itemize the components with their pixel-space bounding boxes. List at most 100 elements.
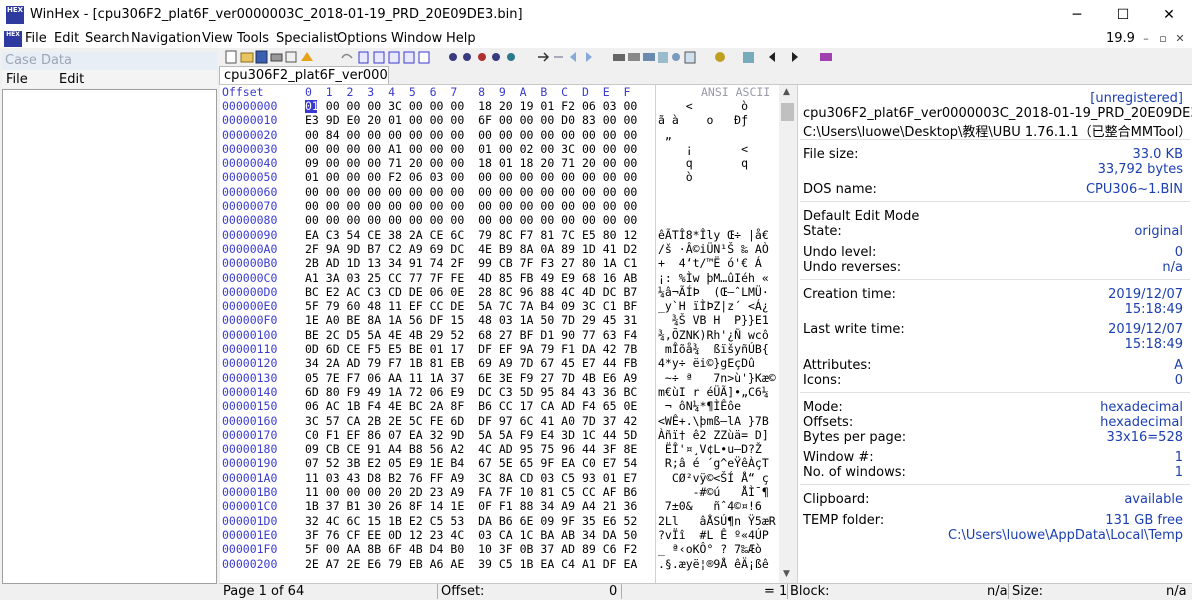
hex-row[interactable]: 5F 00 AA 8B 6F 4B D4 B0 10 3F 0B 37 AD 8… xyxy=(305,542,637,556)
menu-navigation[interactable]: Navigation xyxy=(131,31,201,46)
mdi-close-button[interactable]: ✕ xyxy=(1170,31,1190,47)
hex-row[interactable]: 11 00 00 00 20 2D 23 A9 FA 7F 10 81 C5 C… xyxy=(305,485,637,499)
document-icon[interactable]: HEX xyxy=(4,31,22,47)
ascii-row[interactable]: 2Ll âÅSÚ¶n Ÿ5æR xyxy=(658,514,776,528)
ascii-row[interactable] xyxy=(658,213,776,227)
hex-row[interactable]: 01 00 00 00 3C 00 00 00 18 20 19 01 F2 0… xyxy=(305,99,637,113)
case-tree[interactable] xyxy=(2,89,217,584)
hex-row[interactable]: 09 CB CE 91 A4 B8 56 A2 4C AD 95 75 96 4… xyxy=(305,442,637,456)
hex-row[interactable]: 11 03 43 D8 B2 76 FF A9 3C 8A CD 03 C5 9… xyxy=(305,471,637,485)
hex-row[interactable]: 07 52 3B E2 05 E9 1E B4 67 5E 65 9F EA C… xyxy=(305,456,637,470)
ascii-row[interactable]: ?vÏî #L Ê º«4ÚP xyxy=(658,528,776,542)
ascii-row[interactable]: -#©ú ÅÌ¯¶ xyxy=(658,485,776,499)
ascii-row[interactable]: R;â é ´g^eŸêÀçT xyxy=(658,456,776,470)
ascii-row[interactable]: ¾,ÕZNK)Rh'¿Ñ wcô xyxy=(658,328,776,342)
hex-row[interactable]: 6D 80 F9 49 1A 72 06 E9 DC C3 5D 95 84 4… xyxy=(305,385,637,399)
menu-search[interactable]: Search xyxy=(85,31,130,46)
menu-specialist[interactable]: Specialist xyxy=(276,31,338,46)
scroll-up-icon[interactable]: ▲ xyxy=(783,87,790,97)
calculator-icon xyxy=(658,52,668,63)
ascii-row[interactable]: mÎõå¾ ßïšyñÚB{ xyxy=(658,342,776,356)
hex-row[interactable]: 06 AC 1B F4 4E BC 2A 8F B6 CC 17 CA AD F… xyxy=(305,399,637,413)
hex-row[interactable]: A1 3A 03 25 CC 77 7F FE 4D 85 FB 49 E9 6… xyxy=(305,271,637,285)
menu-view[interactable]: View xyxy=(202,31,233,46)
ascii-row[interactable]: m€ùI r éÜÃ]•„C6¼ xyxy=(658,385,776,399)
ascii-row[interactable]: ¾Š VB H P}}E1 xyxy=(658,313,776,327)
menu-tools[interactable]: Tools xyxy=(237,31,269,46)
hex-row[interactable]: 00 00 00 00 00 00 00 00 00 00 00 00 00 0… xyxy=(305,185,637,199)
ascii-row[interactable]: _ ª‹oKÔ° ? 7­‰Æò xyxy=(658,542,776,556)
ascii-row[interactable]: Àñï† ê2 ZZùä= D] xyxy=(658,428,776,442)
hex-row[interactable]: 32 4C 6C 15 1B E2 C5 53 DA B6 6E 09 9F 3… xyxy=(305,514,637,528)
hex-row[interactable]: BE 2C D5 5A 4E 4B 29 52 68 27 BF D1 90 7… xyxy=(305,328,637,342)
ascii-row[interactable]: _y`H ïÌÞZ|z´ <Á¿ xyxy=(658,299,776,313)
ascii-row[interactable]: „ xyxy=(658,128,776,142)
ascii-row[interactable]: <WÊ+.\þmß—lA }7B xyxy=(658,414,776,428)
hex-row[interactable]: 00 00 00 00 00 00 00 00 00 00 00 00 00 0… xyxy=(305,213,637,227)
scroll-down-icon[interactable]: ▼ xyxy=(783,569,790,579)
ascii-row[interactable]: ¼â¬ÃÍÞ (Œ–ˆLMÜ· xyxy=(658,285,776,299)
menu-help[interactable]: Help xyxy=(446,31,476,46)
hex-row[interactable]: 3F 76 CF EE 0D 12 23 4C 03 CA 1C BA AB 3… xyxy=(305,528,637,542)
hex-row[interactable]: 00 84 00 00 00 00 00 00 00 00 00 00 00 0… xyxy=(305,128,637,142)
hex-bytes-column[interactable]: 01 00 00 00 3C 00 00 00 18 20 19 01 F2 0… xyxy=(305,99,637,571)
ascii-row[interactable]: ò xyxy=(658,170,776,184)
ascii-row[interactable] xyxy=(658,199,776,213)
ascii-row[interactable]: ã à o Ðƒ xyxy=(658,113,776,127)
hex-row[interactable]: 0D 6D CE F5 E5 BE 01 17 DF EF 9A 79 F1 D… xyxy=(305,342,637,356)
case-menu-edit[interactable]: Edit xyxy=(59,72,84,87)
ascii-row[interactable]: ¬ ôN¼*¶ÌÊ­ôe xyxy=(658,399,776,413)
minimize-button[interactable]: ─ xyxy=(1054,0,1100,30)
hex-row[interactable]: 00 00 00 00 00 00 00 00 00 00 00 00 00 0… xyxy=(305,199,637,213)
info-dos-name: DOS name: CPU306~1.BIN xyxy=(803,182,1183,197)
hex-row[interactable]: 2E A7 2E E6 79 EB A6 AE 39 C5 1B EA C4 A… xyxy=(305,557,637,571)
ascii-row[interactable]: ¡ < xyxy=(658,142,776,156)
hex-row[interactable]: BC E2 AC C3 CD DE 06 0E 28 8C 96 88 4C 4… xyxy=(305,285,637,299)
hex-row[interactable]: 09 00 00 00 71 20 00 00 18 01 18 20 71 2… xyxy=(305,156,637,170)
case-menu-file[interactable]: File xyxy=(6,72,28,87)
hex-row[interactable]: 5F 79 60 48 11 EF CC DE 5A 7C 7A B4 09 3… xyxy=(305,299,637,313)
ascii-row[interactable]: q q xyxy=(658,156,776,170)
hex-row[interactable]: 3C 57 CA 2B 2E 5C FE 6D DF 97 6C 41 A0 7… xyxy=(305,414,637,428)
menu-edit[interactable]: Edit xyxy=(54,31,79,46)
hex-row[interactable]: 2B AD 1D 13 34 91 74 2F 99 CB 7F F3 27 8… xyxy=(305,256,637,270)
hex-row[interactable]: 05 7E F7 06 AA 11 1A 37 6E 3E F9 27 7D 4… xyxy=(305,371,637,385)
ascii-column[interactable]: < ò ã à o Ðƒ „ ¡ < q q ò êÃTÎ8*Îly Œ÷ |å… xyxy=(658,99,776,571)
hex-row[interactable]: 1B 37 B1 30 26 8F 14 1E 0F F1 88 34 A9 A… xyxy=(305,499,637,513)
hex-row[interactable]: E3 9D E0 20 01 00 00 00 6F 00 00 00 D0 8… xyxy=(305,113,637,127)
ascii-row[interactable]: 7±0& ñˆ4©¤!6 xyxy=(658,499,776,513)
scrollbar-thumb[interactable] xyxy=(781,103,794,121)
close-button[interactable]: ✕ xyxy=(1146,0,1192,30)
menu-file[interactable]: File xyxy=(25,31,47,46)
menu-options[interactable]: Options xyxy=(337,31,387,46)
forward-icon xyxy=(586,52,592,62)
offset-cell: 00000140 xyxy=(222,384,278,399)
info-last-write-clock: 15:18:49 xyxy=(1124,337,1183,352)
hex-row[interactable]: 1E A0 BE 8A 1A 56 DF 15 48 03 1A 50 7D 2… xyxy=(305,313,637,327)
ascii-row[interactable]: ËÎ'¤¸V¢L­•u–D?Ž xyxy=(658,442,776,456)
hex-row[interactable]: 01 00 00 00 F2 06 03 00 00 00 00 00 00 0… xyxy=(305,170,637,184)
status-offset-value[interactable]: 0 xyxy=(609,584,617,599)
hex-row[interactable]: 00 00 00 00 A1 00 00 00 01 00 02 00 3C 0… xyxy=(305,142,637,156)
ascii-row[interactable]: ¡: %Ìw þM…ûIéh « xyxy=(658,271,776,285)
ascii-row[interactable]: 4*­y÷ ëi©}gEçDû xyxy=(658,356,776,370)
tab-file[interactable]: cpu306F2_plat6F_ver0000... xyxy=(219,66,389,84)
cursor-byte[interactable]: 01 xyxy=(305,99,319,113)
maximize-button[interactable]: ☐ xyxy=(1100,0,1146,30)
hex-row[interactable]: 34 2A AD 79 F7 1B 81 EB 69 A9 7D 67 45 E… xyxy=(305,356,637,370)
ascii-row[interactable]: ~÷ ª 7n>ù'}Kæ© xyxy=(658,371,776,385)
hex-row[interactable]: C0 F1 EF 86 07 EA 32 9D 5A 5A F9 E4 3D 1… xyxy=(305,428,637,442)
menu-window[interactable]: Window xyxy=(391,31,442,46)
paste-write-icon xyxy=(403,51,415,64)
ascii-row[interactable]: +­ 4‘t/™Ë ó'€ Á xyxy=(658,256,776,270)
ascii-row[interactable]: .§.æyë¦®9Å êÄ¡ßê xyxy=(658,557,776,571)
hex-row[interactable]: 2F 9A 9D B7 C2 A9 69 DC 4E B9 8A 0A 89 1… xyxy=(305,242,637,256)
info-clipboard: Clipboard: available xyxy=(803,492,1183,507)
ascii-row[interactable]: êÃTÎ8*Îly Œ÷ |å€ xyxy=(658,228,776,242)
vertical-scrollbar[interactable]: ▲ ▼ xyxy=(779,85,796,583)
hex-row[interactable]: EA C3 54 CE 38 2A CE 6C 79 8C F7 81 7C E… xyxy=(305,228,637,242)
ascii-row[interactable]: CØ²vÿ©<ŠÍ Å“ ç xyxy=(658,471,776,485)
ascii-row[interactable]: < ò xyxy=(658,99,776,113)
ascii-row[interactable] xyxy=(658,185,776,199)
ascii-row[interactable]: /š ·Â©iÜN¹Š ‰ AÒ xyxy=(658,242,776,256)
